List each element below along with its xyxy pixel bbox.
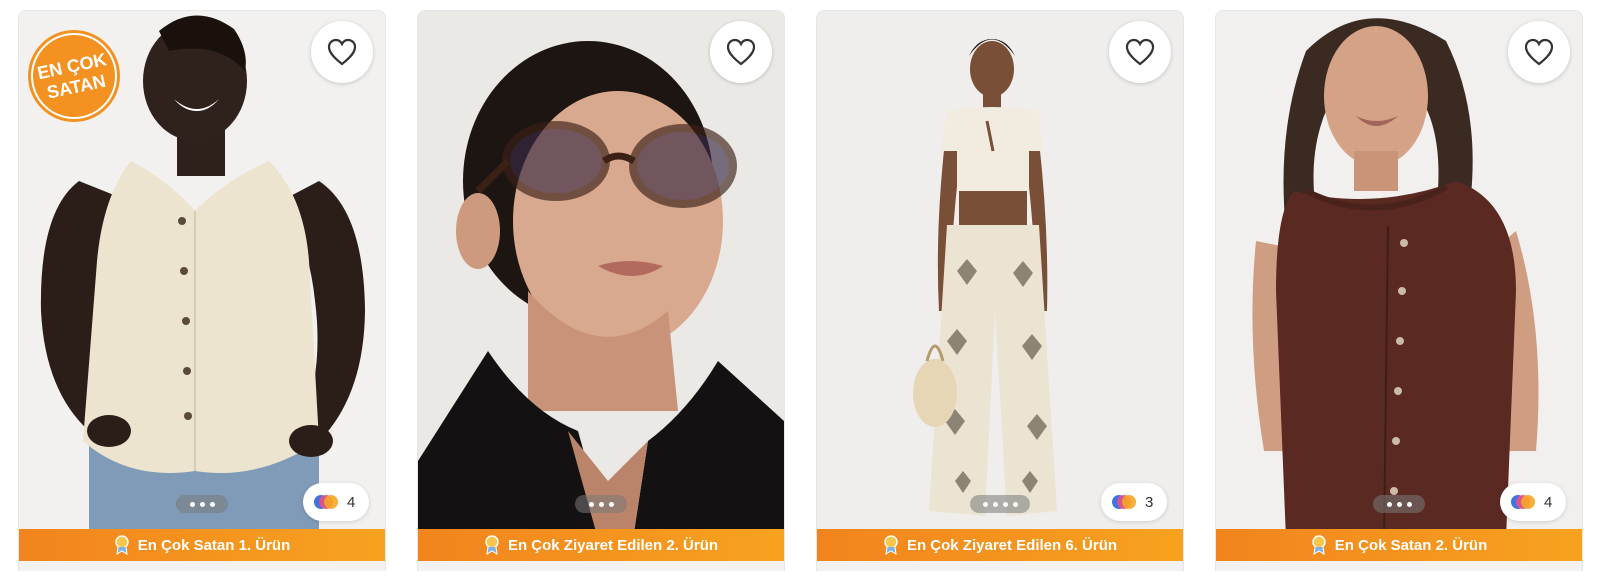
rank-label: En Çok Ziyaret Edilen 6. Ürün [906, 536, 1118, 554]
carousel-dot[interactable] [608, 501, 614, 507]
product-grid: EN ÇOK SATAN 4 En Çok Satan 1. Ürün En Ç… [0, 0, 1600, 580]
carousel-dot[interactable] [189, 501, 195, 507]
color-count: 4 [347, 493, 356, 511]
rank-strip: En Çok Satan 2. Ürün [1216, 529, 1582, 561]
rank-label: En Çok Satan 1. Ürün [137, 536, 291, 554]
image-carousel-dots[interactable] [176, 495, 228, 513]
product-image[interactable] [817, 11, 1183, 539]
carousel-dot[interactable] [1002, 501, 1008, 507]
favorite-button[interactable] [710, 21, 772, 83]
award-ribbon-icon [884, 535, 898, 555]
product-image[interactable] [1216, 11, 1582, 539]
rank-strip: En Çok Ziyaret Edilen 2. Ürün [418, 529, 784, 561]
product-card[interactable]: En Çok Ziyaret Edilen 2. Ürün [417, 10, 785, 571]
product-card[interactable]: 3 En Çok Ziyaret Edilen 6. Ürün [816, 10, 1184, 571]
color-options-pill[interactable]: 3 [1101, 483, 1167, 521]
rank-label: En Çok Satan 2. Ürün [1334, 536, 1488, 554]
heart-outline-icon [1524, 38, 1554, 66]
favorite-button[interactable] [1508, 21, 1570, 83]
carousel-dot[interactable] [209, 501, 215, 507]
image-carousel-dots[interactable] [575, 495, 627, 513]
color-options-pill[interactable]: 4 [303, 483, 369, 521]
product-card[interactable]: EN ÇOK SATAN 4 En Çok Satan 1. Ürün [18, 10, 386, 571]
color-swatch-icon [1112, 495, 1136, 509]
color-swatch-icon [314, 495, 338, 509]
carousel-dot[interactable] [598, 501, 604, 507]
carousel-dot[interactable] [1406, 501, 1412, 507]
rank-strip: En Çok Satan 1. Ürün [19, 529, 385, 561]
rank-label: En Çok Ziyaret Edilen 2. Ürün [507, 536, 719, 554]
favorite-button[interactable] [311, 21, 373, 83]
color-swatch-icon [1511, 495, 1535, 509]
award-ribbon-icon [115, 535, 129, 555]
favorite-button[interactable] [1109, 21, 1171, 83]
image-carousel-dots[interactable] [970, 495, 1030, 513]
carousel-dot[interactable] [199, 501, 205, 507]
award-ribbon-icon [485, 535, 499, 555]
carousel-dot[interactable] [588, 501, 594, 507]
carousel-dot[interactable] [982, 501, 988, 507]
carousel-dot[interactable] [992, 501, 998, 507]
color-count: 4 [1544, 493, 1553, 511]
product-card[interactable]: 4 En Çok Satan 2. Ürün [1215, 10, 1583, 571]
color-options-pill[interactable]: 4 [1500, 483, 1566, 521]
image-carousel-dots[interactable] [1373, 495, 1425, 513]
heart-outline-icon [726, 38, 756, 66]
product-image[interactable] [418, 11, 784, 539]
carousel-dot[interactable] [1386, 501, 1392, 507]
color-count: 3 [1145, 493, 1154, 511]
rank-strip: En Çok Ziyaret Edilen 6. Ürün [817, 529, 1183, 561]
carousel-dot[interactable] [1396, 501, 1402, 507]
award-ribbon-icon [1312, 535, 1326, 555]
bestseller-badge-icon: EN ÇOK SATAN [28, 30, 120, 122]
heart-outline-icon [327, 38, 357, 66]
carousel-dot[interactable] [1012, 501, 1018, 507]
heart-outline-icon [1125, 38, 1155, 66]
